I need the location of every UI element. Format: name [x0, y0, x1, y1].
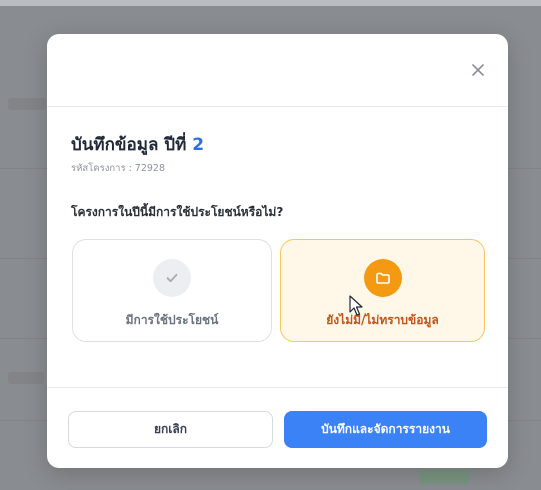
- year-number: 2: [192, 135, 205, 155]
- cancel-button[interactable]: ยกเลิก: [68, 411, 273, 448]
- project-code: รหัสโครงการ : 72928: [71, 163, 166, 174]
- modal-title: บันทึกข้อมูล ปีที่ 2: [71, 131, 204, 158]
- option-has-usage[interactable]: มีการใช้ประโยชน์: [72, 239, 272, 342]
- modal-footer: ยกเลิก บันทึกและจัดการรายงาน: [47, 387, 508, 469]
- modal-body: บันทึกข้อมูล ปีที่ 2 รหัสโครงการ : 72928…: [47, 107, 508, 387]
- save-and-manage-report-button[interactable]: บันทึกและจัดการรายงาน: [284, 411, 487, 448]
- close-button[interactable]: [466, 58, 490, 82]
- background-block: [8, 98, 46, 110]
- record-data-modal: บันทึกข้อมูล ปีที่ 2 รหัสโครงการ : 72928…: [47, 34, 508, 468]
- check-icon: [166, 273, 178, 283]
- modal-title-text: บันทึกข้อมูล ปีที่: [71, 135, 187, 155]
- modal-header: [47, 34, 508, 107]
- background-topbar: [0, 0, 541, 6]
- check-icon-circle: [153, 259, 191, 297]
- folder-icon: [375, 272, 390, 284]
- close-icon: [472, 64, 484, 76]
- usage-question: โครงการในปีนี้มีการใช้ประโยชน์หรือไม่?: [71, 205, 284, 219]
- folder-icon-circle: [363, 259, 402, 297]
- background-button: [420, 470, 470, 484]
- option-has-usage-label: มีการใช้ประโยชน์: [125, 313, 219, 327]
- option-no-data[interactable]: ยังไม่มี/ไม่ทราบข้อมูล: [280, 239, 485, 342]
- option-no-data-label: ยังไม่มี/ไม่ทราบข้อมูล: [326, 313, 439, 327]
- background-block: [8, 372, 44, 384]
